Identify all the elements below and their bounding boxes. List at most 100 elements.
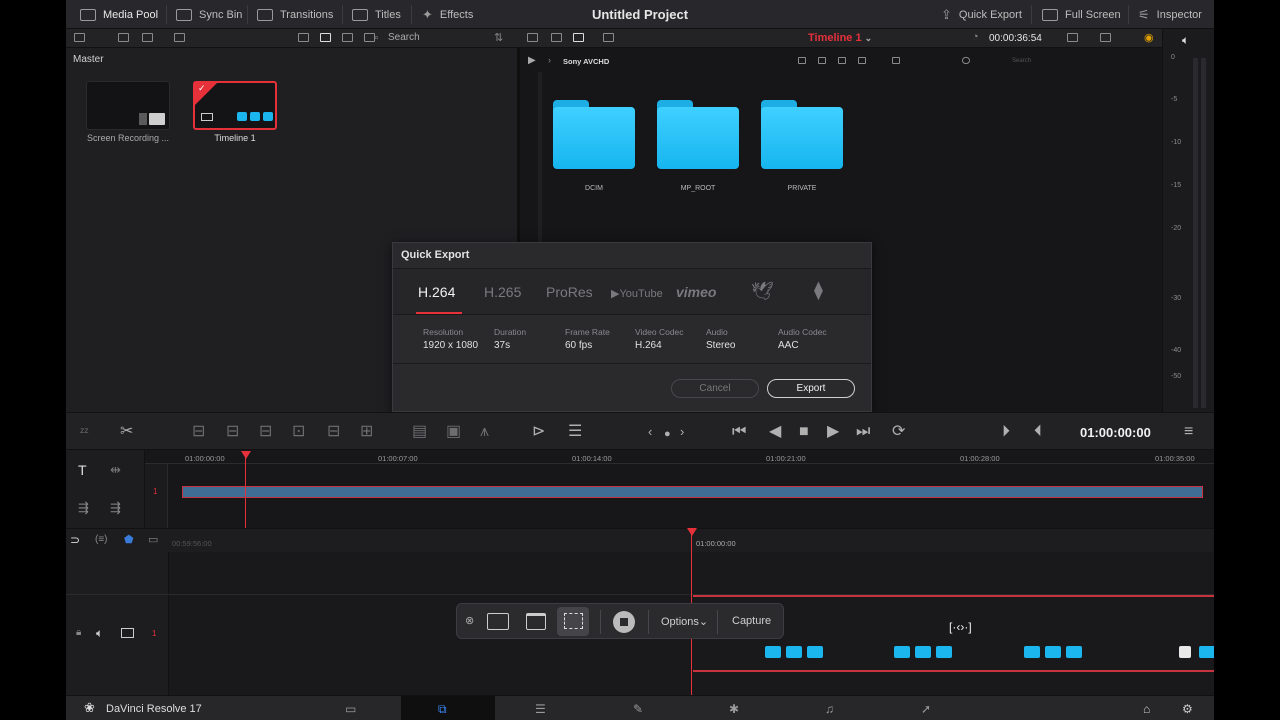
grid-view-icon[interactable]	[320, 33, 331, 42]
format-youtube[interactable]: ▶YouTube	[611, 287, 663, 300]
cut-page-icon[interactable]: ⧉	[438, 702, 447, 717]
media-page-icon[interactable]: ▭	[345, 702, 356, 716]
mark-in-icon[interactable]: ⏴	[1034, 424, 1042, 440]
folder-mp-root[interactable]	[657, 100, 739, 170]
export-button[interactable]: Export	[767, 379, 855, 398]
track-display-icon[interactable]	[121, 628, 134, 638]
folder-private[interactable]	[761, 100, 843, 170]
format-prores[interactable]: ProRes	[546, 284, 593, 300]
mark-out-icon[interactable]: ⏵	[1002, 424, 1010, 440]
metadata-view-icon[interactable]	[298, 33, 309, 42]
color-wheel-icon[interactable]: ◉	[1144, 31, 1154, 44]
skip-back-icon[interactable]: ⏮	[732, 424, 746, 440]
upper-ruler[interactable]: 01:00:00:00 01:00:07:00 01:00:14:00 01:0…	[145, 450, 1214, 464]
dropbox-icon[interactable]: ⧫	[814, 280, 823, 301]
replace-icon[interactable]: ⊟	[259, 424, 272, 440]
close-icon[interactable]: ⊗	[465, 614, 474, 627]
browser-view-icon[interactable]	[527, 33, 538, 42]
options-icon[interactable]	[962, 57, 970, 64]
thumbnail-view-icon[interactable]	[342, 33, 353, 42]
speaker-icon[interactable]: 🔈︎	[1182, 33, 1189, 48]
source-overwrite-icon[interactable]: ⩚	[480, 424, 489, 440]
audio-settings-icon[interactable]: ☰	[568, 424, 582, 440]
sort-options-icon[interactable]	[892, 57, 900, 64]
twitter-icon[interactable]: 🕊︎	[751, 281, 774, 302]
flag-icon[interactable]: ⬟	[124, 533, 134, 546]
snapping-icon[interactable]: ⊃	[70, 533, 80, 547]
fit-to-fill-icon[interactable]: ⊡	[292, 424, 305, 440]
sort-icon[interactable]: ⇅	[494, 31, 503, 44]
filmstrip-icon[interactable]	[858, 57, 866, 64]
format-h264[interactable]: H.264	[418, 284, 455, 300]
speaker-icon[interactable]: 🔈︎	[96, 626, 103, 641]
options-button[interactable]: Options⌄	[661, 615, 708, 628]
close-up-icon[interactable]: ▤	[412, 424, 427, 440]
capture-window-icon[interactable]	[526, 613, 546, 630]
grid-icon[interactable]	[798, 57, 806, 64]
snap-icon[interactable]: ⇶	[110, 500, 121, 516]
format-h265[interactable]: H.265	[484, 284, 521, 300]
timeline-clip[interactable]	[182, 486, 1203, 498]
timeline-1-thumbnail[interactable]: ✓	[193, 81, 277, 130]
skip-forward-icon[interactable]: ⏭	[856, 424, 870, 440]
timeline-selector[interactable]: Timeline 1 ⌄	[808, 32, 872, 44]
camera-icon[interactable]	[551, 33, 562, 42]
ripple-overwrite-icon[interactable]: ⊞	[360, 424, 373, 440]
deliver-page-icon[interactable]: ➚	[921, 702, 931, 716]
fusion-page-icon[interactable]: ✎	[633, 702, 643, 716]
inspector-button[interactable]: ⚟ Inspector	[1138, 0, 1202, 29]
jog-right-icon[interactable]: ›	[680, 424, 684, 440]
marker-icon[interactable]: ▭	[148, 533, 158, 546]
menu-icon[interactable]: ≡	[1184, 424, 1193, 440]
timeline-item-label: Timeline 1	[214, 133, 256, 143]
play-icon[interactable]: ▶	[827, 424, 839, 440]
razor-icon[interactable]: ✂	[120, 424, 133, 440]
film-icon[interactable]	[573, 33, 584, 42]
cancel-button[interactable]: Cancel	[671, 379, 759, 398]
quick-export-button[interactable]: ⇪ Quick Export	[941, 0, 1022, 29]
text-tool-icon[interactable]: T	[78, 462, 87, 478]
jog-dot-icon[interactable]: ●	[664, 426, 671, 442]
search-input[interactable]: Search	[388, 32, 420, 43]
chevron-right-icon[interactable]: ›	[548, 55, 551, 65]
format-vimeo[interactable]: vimeo	[676, 284, 716, 300]
lower-playhead-handle[interactable]	[687, 528, 697, 536]
loop-icon[interactable]: ⟳	[892, 424, 905, 440]
panel-toggle-icon[interactable]	[74, 33, 85, 42]
overwrite-icon[interactable]: ⊟	[226, 424, 239, 440]
browser-search-input[interactable]: Search	[1012, 58, 1031, 64]
new-bin-icon[interactable]	[118, 33, 129, 42]
screen-recording-thumbnail[interactable]	[86, 81, 170, 130]
list-icon[interactable]	[818, 57, 826, 64]
fairlight-page-icon[interactable]: ♫	[825, 702, 834, 716]
trim-icon[interactable]: ⇹	[110, 462, 121, 478]
link-clip-icon[interactable]: ⇶	[78, 500, 89, 516]
full-screen-button[interactable]: Full Screen	[1042, 0, 1121, 29]
capture-button[interactable]: Capture	[732, 615, 771, 627]
folder-dcim[interactable]	[553, 100, 635, 170]
play-icon[interactable]: ▶	[528, 55, 536, 66]
new-timeline-icon[interactable]	[142, 33, 153, 42]
stop-icon[interactable]: ■	[799, 424, 809, 440]
link-icon[interactable]: (≡)	[95, 534, 108, 545]
viewer-mode-icon[interactable]	[603, 33, 614, 42]
columns-icon[interactable]	[838, 57, 846, 64]
jog-left-icon[interactable]: ‹	[648, 424, 652, 440]
snooze-icon[interactable]: ᶻᶻ	[80, 424, 89, 440]
link-icon[interactable]	[174, 33, 185, 42]
clip-icon[interactable]	[1067, 33, 1078, 42]
lock-icon[interactable]: 🔒︎	[76, 627, 81, 638]
gear-icon[interactable]: ⚙	[1182, 702, 1193, 716]
smart-insert-icon[interactable]: ⊳	[532, 424, 545, 440]
home-icon[interactable]: ⌂	[1143, 702, 1150, 716]
append-icon[interactable]: ▣	[446, 424, 461, 440]
upper-playhead-handle[interactable]	[241, 451, 251, 459]
play-reverse-icon[interactable]: ◀	[769, 424, 781, 440]
insert-icon[interactable]: ⊟	[192, 424, 205, 440]
edit-page-icon[interactable]: ☰	[535, 702, 546, 716]
place-on-top-icon[interactable]: ⊟	[327, 424, 340, 440]
capture-screen-icon[interactable]	[487, 613, 509, 630]
upper-timeline[interactable]: 01:00:00:00 01:00:07:00 01:00:14:00 01:0…	[145, 450, 1214, 528]
color-page-icon[interactable]: ✱	[729, 702, 739, 716]
transform-icon[interactable]	[1100, 33, 1111, 42]
